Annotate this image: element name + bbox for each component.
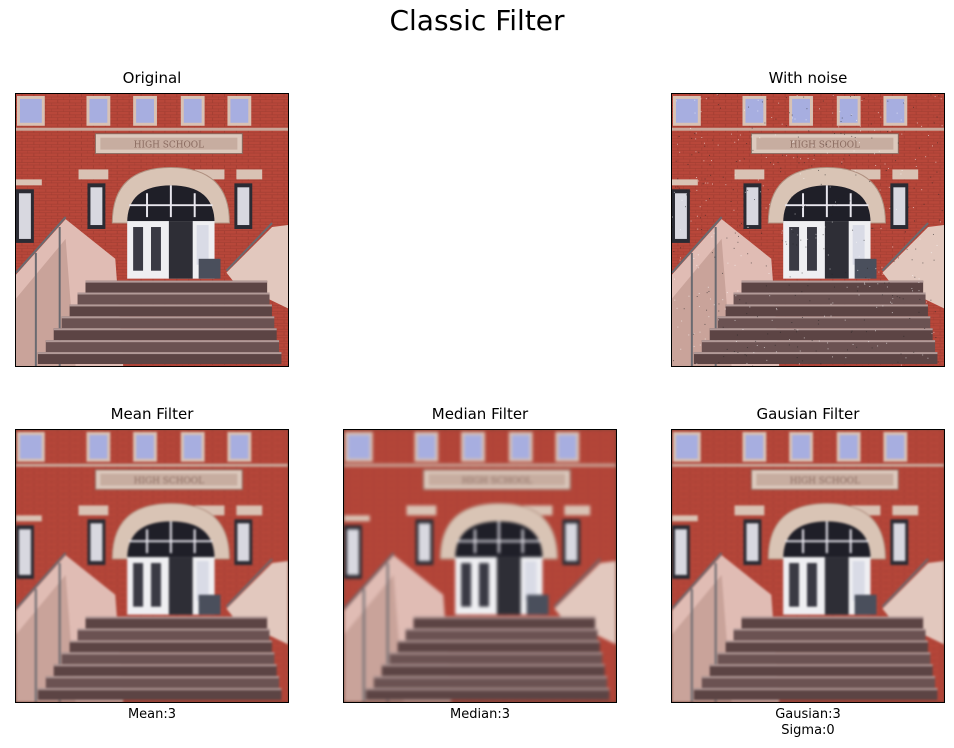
- photo-image-noise: HIGH SCHOOL: [672, 94, 944, 366]
- image-noise: HIGH SCHOOL: [671, 93, 945, 367]
- xlabel-gaussian: Gausian:3 Sigma:0: [671, 707, 945, 739]
- panel-noise: With noise HIGH SCHOOL: [671, 69, 945, 367]
- panel-original: Original HIGH SCHOOL: [15, 69, 289, 367]
- image-median: HIGH SCHOOL: [343, 429, 617, 703]
- svg-text:HIGH SCHOOL: HIGH SCHOOL: [462, 477, 532, 487]
- photo-image-mean: HIGH SCHOOL: [16, 430, 288, 702]
- xlabel-gaussian-kernel: Gausian:3: [775, 707, 841, 722]
- svg-text:HIGH SCHOOL: HIGH SCHOOL: [790, 477, 860, 487]
- svg-text:HIGH SCHOOL: HIGH SCHOOL: [790, 141, 860, 151]
- image-original: HIGH SCHOOL: [15, 93, 289, 367]
- xlabel-gaussian-sigma: Sigma:0: [781, 723, 835, 738]
- panel-median: Median Filter HIGH SCHOOL Median:3: [343, 405, 617, 722]
- svg-text:HIGH SCHOOL: HIGH SCHOOL: [134, 141, 204, 151]
- photo-image-gaussian: HIGH SCHOOL: [672, 430, 944, 702]
- panel-gaussian: Gausian Filter HIGH SCHOOL Gausian:3 Sig…: [671, 405, 945, 738]
- photo-image-median: HIGH SCHOOL: [344, 430, 616, 702]
- svg-text:HIGH SCHOOL: HIGH SCHOOL: [134, 477, 204, 487]
- image-mean: HIGH SCHOOL: [15, 429, 289, 703]
- panel-title-noise: With noise: [768, 69, 848, 87]
- image-gaussian: HIGH SCHOOL: [671, 429, 945, 703]
- panel-mean: Mean Filter HIGH SCHOOL Mean:3: [15, 405, 289, 722]
- panel-title-median: Median Filter: [431, 405, 529, 423]
- photo-image-original: HIGH SCHOOL: [16, 94, 288, 366]
- xlabel-mean: Mean:3: [127, 707, 177, 722]
- xlabel-median: Median:3: [450, 707, 510, 722]
- figure-title: Classic Filter: [389, 4, 565, 37]
- panel-title-mean: Mean Filter: [110, 405, 194, 423]
- panel-title-gaussian: Gausian Filter: [756, 405, 860, 423]
- panel-title-original: Original: [122, 69, 182, 87]
